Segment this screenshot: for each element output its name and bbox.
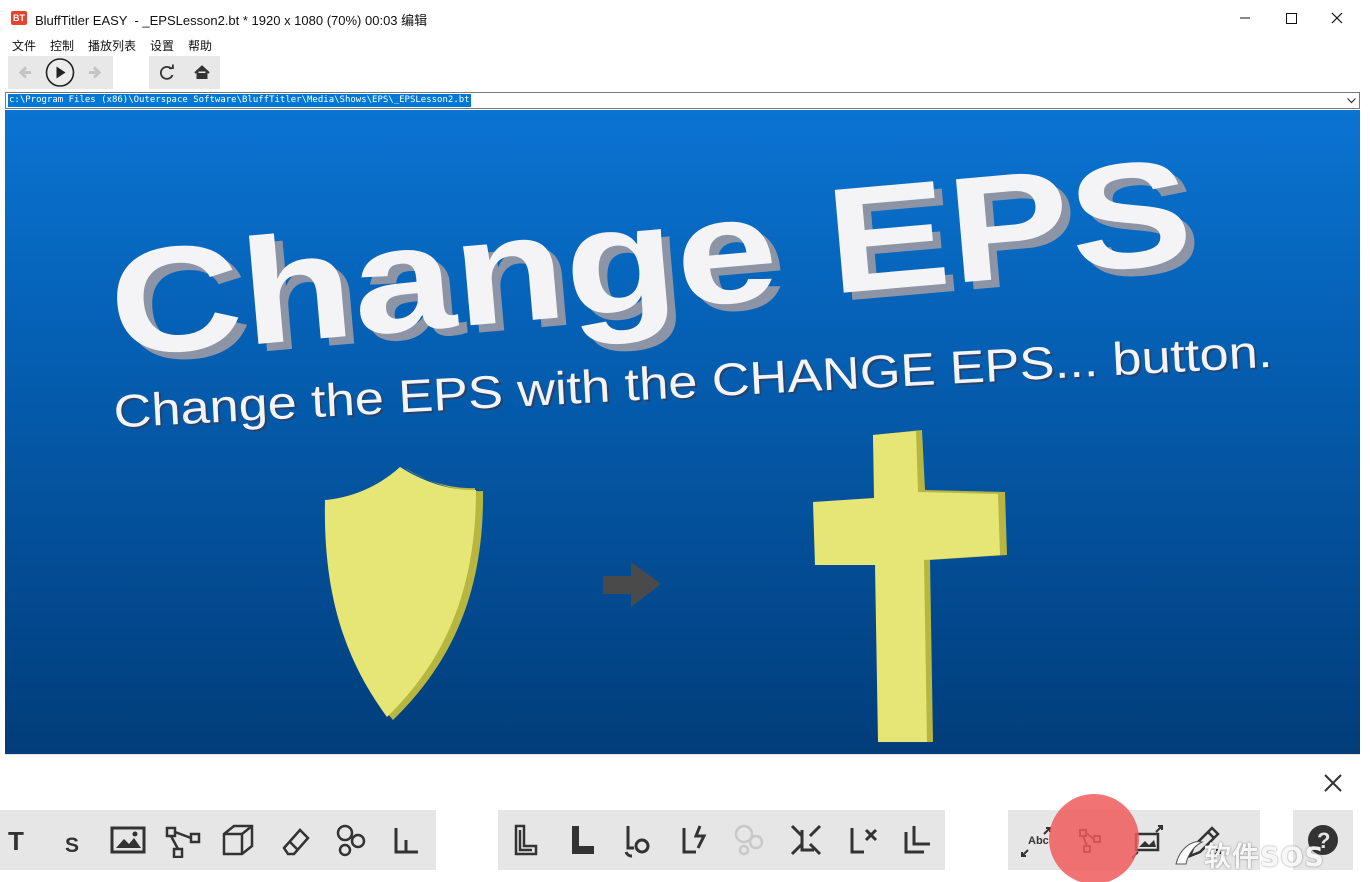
add-layer-icon[interactable] (508, 822, 544, 858)
shield-shape (324, 467, 484, 720)
light-layer-icon[interactable] (388, 822, 424, 858)
layer-type-group: T S (0, 810, 436, 870)
menu-settings[interactable]: 设置 (150, 37, 174, 54)
layer-toolbar: T S Abc ? (0, 807, 1370, 882)
svg-text:T: T (8, 826, 24, 856)
watermark-text: 软件SOS (1204, 842, 1325, 873)
refresh-icon[interactable] (154, 56, 180, 89)
forward-arrow-icon[interactable] (82, 56, 108, 89)
window-title: BluffTitler EASY - _EPSLesson2.bt * 1920… (35, 13, 428, 28)
menu-bar: 文件 控制 播放列表 设置 帮助 (0, 36, 1370, 54)
menu-help[interactable]: 帮助 (188, 37, 212, 54)
info-panel (5, 754, 1360, 808)
merge-layer-icon[interactable] (788, 822, 824, 858)
layer-action-group (498, 810, 945, 870)
chevron-down-icon[interactable] (1344, 93, 1359, 108)
title-bar: BT BluffTitler EASY - _EPSLesson2.bt * 1… (0, 0, 1370, 36)
picture-layer-icon[interactable] (110, 822, 146, 858)
svg-text:S: S (65, 834, 79, 857)
menu-file[interactable]: 文件 (12, 37, 36, 54)
close-icon[interactable] (1320, 770, 1346, 796)
navigation-toolbar (0, 54, 1370, 92)
effect-layer-icon[interactable] (676, 822, 712, 858)
menu-playlist[interactable]: 播放列表 (88, 37, 136, 54)
click-highlight (1049, 794, 1139, 882)
hide-layer-icon[interactable] (732, 822, 768, 858)
insert-layer-icon[interactable] (564, 822, 600, 858)
preview-canvas[interactable]: Change EPS Change EPS Change the EPS wit… (5, 110, 1360, 754)
play-icon[interactable] (44, 56, 76, 89)
text-layer-icon[interactable]: T (0, 822, 36, 858)
app-logo-icon: BT (11, 11, 27, 25)
delete-layer-icon[interactable] (844, 822, 880, 858)
link-layer-icon[interactable] (620, 822, 656, 858)
minimize-button[interactable] (1222, 0, 1268, 36)
menu-control[interactable]: 控制 (50, 37, 74, 54)
copy-layer-icon[interactable] (900, 822, 936, 858)
view-group (149, 56, 220, 89)
particles-icon[interactable] (333, 822, 369, 858)
file-path-text[interactable]: c:\Program Files (x86)\Outerspace Softwa… (8, 94, 471, 107)
maximize-button[interactable] (1268, 0, 1314, 36)
cross-shape (813, 430, 1007, 742)
file-path-field[interactable]: c:\Program Files (x86)\Outerspace Softwa… (5, 92, 1360, 109)
close-button[interactable] (1314, 0, 1360, 36)
back-arrow-icon[interactable] (12, 56, 38, 89)
model-layer-icon[interactable] (220, 822, 256, 858)
eps-layer-icon[interactable] (165, 822, 201, 859)
eraser-icon[interactable] (278, 822, 314, 858)
subtitle-layer-icon[interactable]: S (55, 822, 91, 858)
playback-group (8, 56, 113, 89)
home-icon[interactable] (189, 56, 215, 89)
arrow-right-icon (603, 562, 661, 607)
